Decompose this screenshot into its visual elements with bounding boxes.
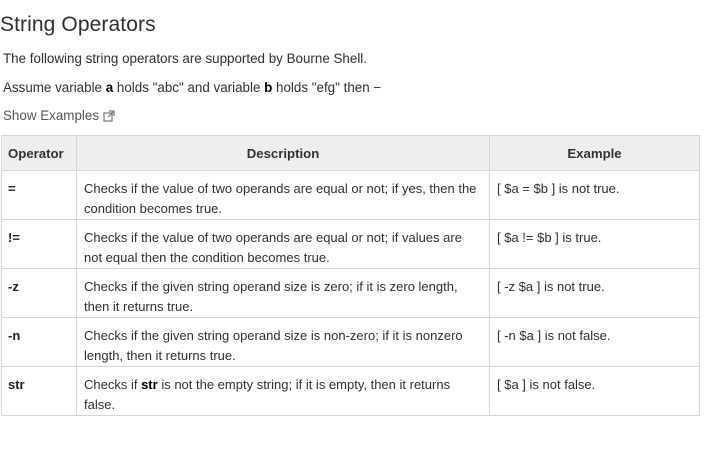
page-title: String Operators xyxy=(0,13,156,36)
example-cell: [ $a ] is not false. xyxy=(489,366,700,416)
description-bold-str: str xyxy=(141,377,158,392)
string-operators-table: Operator Description Example = Checks if… xyxy=(1,135,700,416)
example-cell: [ $a != $b ] is true. xyxy=(489,219,700,269)
intro-line-1: The following string operators are suppo… xyxy=(3,51,367,66)
header-operator: Operator xyxy=(1,135,77,171)
operator-cell: = xyxy=(1,170,77,220)
table-row: str Checks if str is not the empty strin… xyxy=(1,366,700,416)
operator-cell: -n xyxy=(1,317,77,367)
operator-cell: != xyxy=(1,219,77,269)
table-row: = Checks if the value of two operands ar… xyxy=(1,170,700,220)
description-cell: Checks if the given string operand size … xyxy=(76,268,490,318)
description-cell: Checks if the given string operand size … xyxy=(76,317,490,367)
operator-cell: str xyxy=(1,366,77,416)
header-description: Description xyxy=(76,135,490,171)
table-header-row: Operator Description Example xyxy=(1,135,700,171)
description-cell: Checks if str is not the empty string; i… xyxy=(76,366,490,416)
external-link-icon xyxy=(103,109,115,122)
header-example: Example xyxy=(489,135,700,171)
table-row: -n Checks if the given string operand si… xyxy=(1,317,700,367)
description-cell: Checks if the value of two operands are … xyxy=(76,219,490,269)
table-row: -z Checks if the given string operand si… xyxy=(1,268,700,318)
show-examples-link[interactable]: Show Examples xyxy=(3,108,115,123)
description-prefix: Checks if xyxy=(84,377,142,392)
description-cell: Checks if the value of two operands are … xyxy=(76,170,490,220)
intro-line-2: Assume variable a holds "abc" and variab… xyxy=(3,80,381,95)
table-row: != Checks if the value of two operands a… xyxy=(1,219,700,269)
example-cell: [ $a = $b ] is not true. xyxy=(489,170,700,220)
operator-cell: -z xyxy=(1,268,77,318)
show-examples-label: Show Examples xyxy=(3,108,100,123)
intro-line-2-prefix: Assume variable xyxy=(3,80,106,95)
example-cell: [ -z $a ] is not true. xyxy=(489,268,700,318)
intro-line-2-mid: holds "abc" and variable xyxy=(113,80,265,95)
example-cell: [ -n $a ] is not false. xyxy=(489,317,700,367)
intro-line-2-suffix: holds "efg" then − xyxy=(272,80,382,95)
